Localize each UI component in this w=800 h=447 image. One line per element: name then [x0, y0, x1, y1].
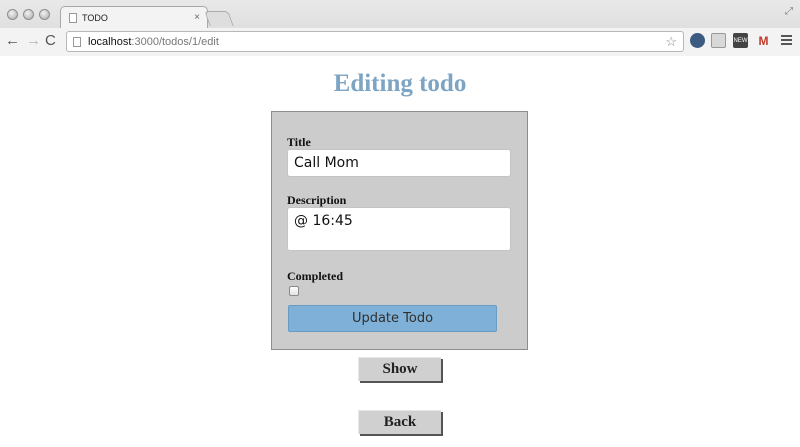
page-icon: [73, 36, 81, 47]
show-button[interactable]: Show: [358, 357, 441, 381]
zoom-window-icon[interactable]: [39, 9, 50, 20]
back-button[interactable]: Back: [358, 410, 441, 434]
reload-icon[interactable]: C: [45, 32, 56, 50]
update-todo-button[interactable]: Update Todo: [288, 305, 497, 332]
tab-close-icon[interactable]: ×: [194, 12, 200, 23]
title-label: Title: [287, 135, 311, 149]
minimize-window-icon[interactable]: [23, 9, 34, 20]
forward-arrow-icon[interactable]: →: [26, 32, 41, 50]
extension-new-icon[interactable]: NEW: [733, 33, 748, 48]
window-controls: [7, 9, 50, 20]
url-path: :3000/todos/1/edit: [131, 35, 219, 48]
page-title: Editing todo: [333, 70, 467, 97]
address-bar[interactable]: localhost:3000/todos/1/edit ☆: [66, 31, 684, 52]
description-field[interactable]: @ 16:45: [287, 207, 511, 251]
extension-person-icon[interactable]: [690, 33, 705, 48]
edit-todo-form: Title Description @ 16:45 Completed Upda…: [271, 111, 528, 350]
tab-title: TODO: [82, 12, 108, 23]
menu-icon[interactable]: [781, 35, 792, 47]
description-label: Description: [287, 193, 347, 207]
bookmark-star-icon[interactable]: ☆: [665, 34, 677, 50]
browser-toolbar: ← → C localhost:3000/todos/1/edit ☆ NEW …: [0, 28, 800, 56]
fullscreen-icon[interactable]: ⤢: [785, 6, 793, 17]
page-icon: [69, 12, 77, 23]
close-window-icon[interactable]: [7, 9, 18, 20]
completed-label: Completed: [287, 269, 343, 283]
extension-mail-icon[interactable]: M: [756, 33, 771, 48]
new-tab-button[interactable]: [204, 11, 234, 26]
browser-tab[interactable]: TODO ×: [60, 6, 208, 28]
title-field[interactable]: [287, 149, 511, 177]
extension-card-icon[interactable]: [711, 33, 726, 48]
completed-checkbox[interactable]: [289, 286, 299, 296]
url-host: localhost: [88, 35, 132, 48]
browser-chrome: TODO × ⤢ ← → C localhost:3000/todos/1/ed…: [0, 0, 800, 56]
back-arrow-icon[interactable]: ←: [5, 32, 20, 50]
